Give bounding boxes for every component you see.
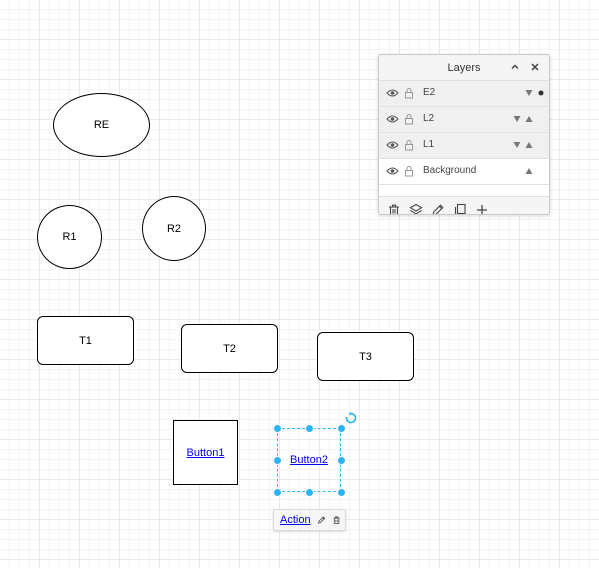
move-up-icon[interactable] (524, 166, 534, 176)
move-down-icon[interactable] (512, 114, 522, 124)
plus-icon[interactable] (475, 203, 489, 215)
resize-handle-nw[interactable] (273, 424, 282, 433)
layer-name: L1 (423, 139, 435, 150)
eye-icon[interactable] (386, 140, 399, 150)
eye-icon[interactable] (386, 88, 399, 98)
shape-t3[interactable]: T3 (317, 332, 414, 381)
lock-icon[interactable] (404, 139, 414, 151)
resize-handle-se[interactable] (337, 488, 346, 497)
shape-r1-label: R1 (62, 231, 77, 243)
trash-icon[interactable] (387, 203, 401, 215)
move-up-icon[interactable] (524, 140, 534, 150)
shape-r1[interactable]: R1 (37, 205, 102, 269)
shape-button2-link[interactable]: Button2 (290, 454, 328, 466)
trash-icon[interactable] (332, 514, 341, 526)
shape-re[interactable]: RE (53, 93, 150, 157)
eye-icon[interactable] (386, 166, 399, 176)
layer-row-background[interactable]: Background (379, 159, 549, 185)
shape-t1[interactable]: T1 (37, 316, 134, 365)
lock-icon[interactable] (404, 113, 414, 125)
layer-row-l2[interactable]: L2 (379, 107, 549, 133)
chevron-up-icon[interactable] (508, 60, 522, 74)
resize-handle-e[interactable] (337, 456, 346, 465)
move-up-icon[interactable] (524, 114, 534, 124)
layers-panel-title: Layers (447, 61, 481, 74)
resize-handle-s[interactable] (305, 488, 314, 497)
shape-t2[interactable]: T2 (181, 324, 278, 373)
layer-row-l1[interactable]: L1 (379, 133, 549, 159)
resize-handle-sw[interactable] (273, 488, 282, 497)
lock-icon[interactable] (404, 165, 414, 177)
resize-handle-w[interactable] (273, 456, 282, 465)
shape-button2[interactable]: Button2 (277, 428, 341, 492)
layers-panel-header[interactable]: Layers (379, 55, 549, 81)
lock-icon[interactable] (404, 87, 414, 99)
resize-handle-n[interactable] (305, 424, 314, 433)
layer-name: L2 (423, 113, 435, 124)
layers-icon[interactable] (409, 203, 423, 215)
shape-r2[interactable]: R2 (142, 196, 206, 261)
shape-re-label: RE (93, 119, 110, 131)
shape-t2-label: T2 (223, 342, 236, 355)
move-down-icon[interactable] (524, 88, 534, 98)
action-link[interactable]: Action (280, 514, 311, 526)
layers-list-empty-area (379, 185, 549, 197)
move-down-icon[interactable] (512, 140, 522, 150)
pencil-icon[interactable] (431, 203, 445, 215)
layer-name: Background (423, 165, 477, 176)
link-action-bar: Action (273, 509, 346, 531)
shape-t1-label: T1 (79, 334, 92, 347)
shape-button1[interactable]: Button1 (173, 420, 238, 485)
layers-toolbar (379, 197, 549, 215)
pencil-icon[interactable] (317, 514, 326, 526)
duplicate-icon[interactable] (453, 203, 467, 215)
close-icon[interactable] (528, 60, 542, 74)
shape-r2-label: R2 (166, 222, 182, 235)
current-layer-dot-icon (538, 90, 544, 96)
resize-handle-ne[interactable] (337, 424, 346, 433)
layer-name: E2 (423, 87, 436, 98)
shape-button1-link[interactable]: Button1 (187, 447, 225, 459)
rotate-icon[interactable] (345, 412, 357, 424)
shape-t3-label: T3 (359, 350, 372, 363)
layer-row-e2[interactable]: E2 (379, 81, 549, 107)
eye-icon[interactable] (386, 114, 399, 124)
layers-panel: Layers E2 L2 L1 Background (378, 54, 550, 215)
